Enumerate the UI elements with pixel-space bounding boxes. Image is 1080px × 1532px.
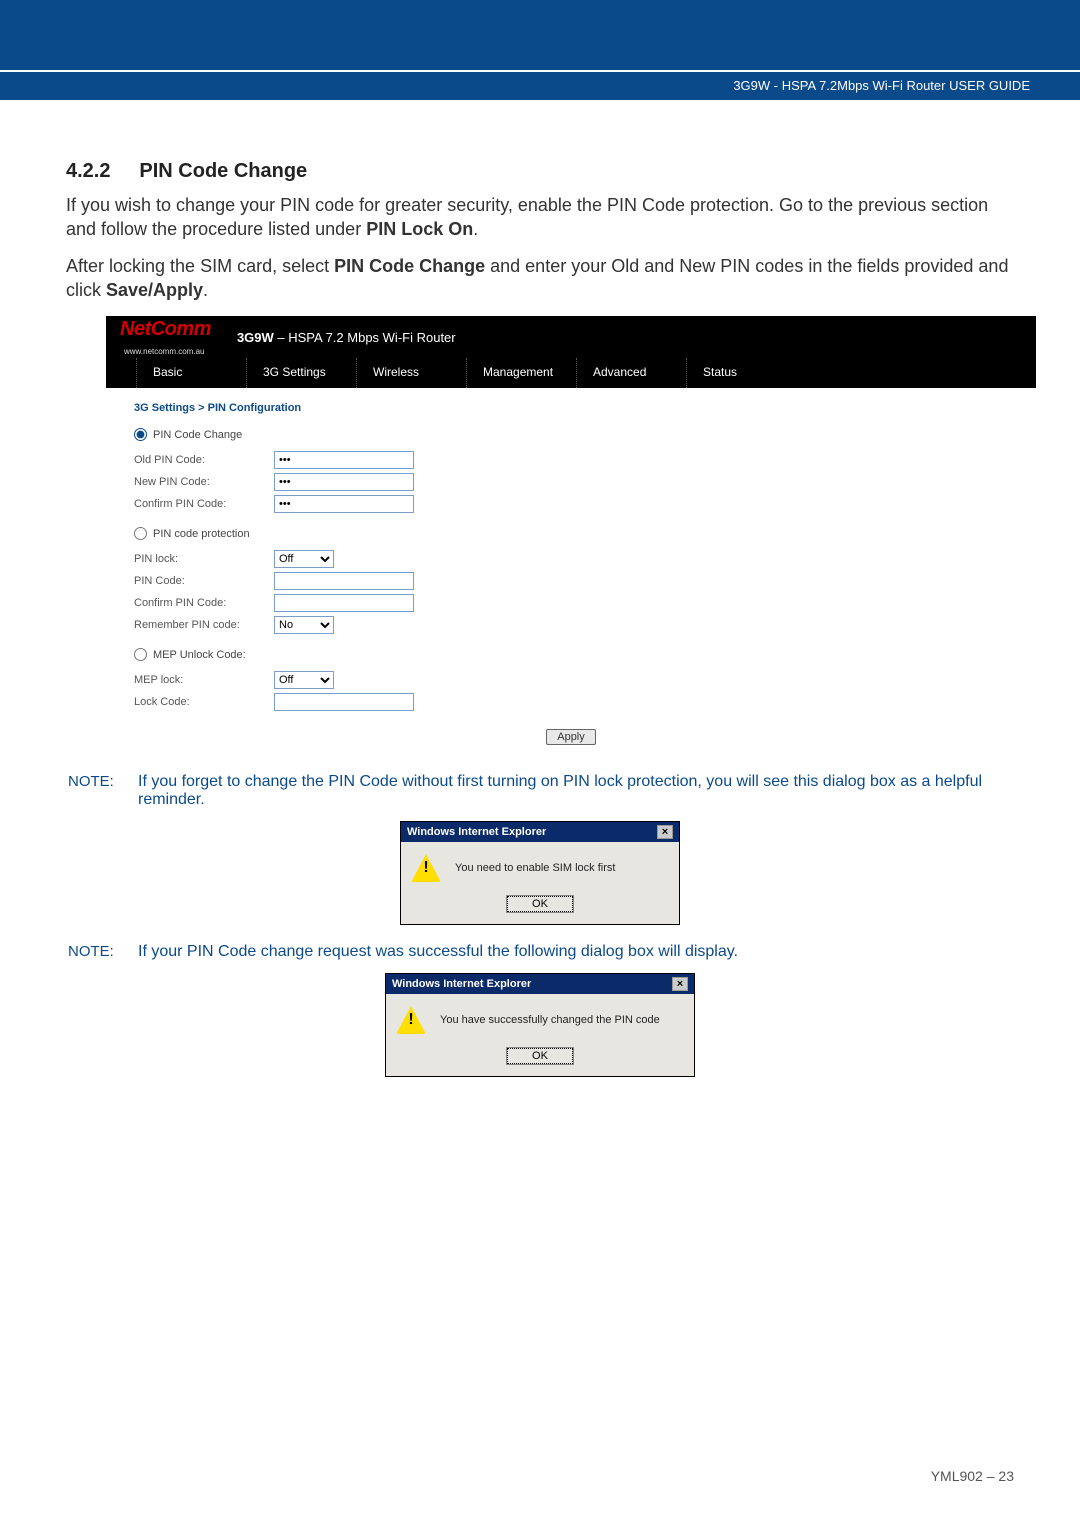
page-footer: YML902 – 23	[931, 1468, 1014, 1484]
dialog1-titlebar: Windows Internet Explorer ×	[401, 822, 679, 842]
p2-d: Save/Apply	[106, 280, 203, 300]
nav-basic[interactable]: Basic	[136, 358, 246, 388]
note-text-1: If you forget to change the PIN Code wit…	[138, 773, 1014, 809]
brand-url: www.netcomm.com.au	[124, 347, 211, 356]
p2-a: After locking the SIM card, select	[66, 256, 334, 276]
brand-logo: NetComm	[120, 318, 211, 340]
breadcrumb: 3G Settings > PIN Configuration	[134, 402, 1008, 414]
input-old-pin[interactable]	[274, 451, 414, 469]
radio-pin-code-protection-label: PIN code protection	[153, 528, 250, 540]
label-confirm-pin: Confirm PIN Code:	[134, 498, 274, 510]
radio-pin-code-change-label: PIN Code Change	[153, 429, 242, 441]
router-navbar: Basic 3G Settings Wireless Management Ad…	[106, 358, 1036, 388]
dialog2-close-icon[interactable]: ×	[672, 977, 688, 991]
nav-3g-settings[interactable]: 3G Settings	[246, 358, 356, 388]
dialog-success: Windows Internet Explorer × ! You have s…	[385, 973, 695, 1077]
warning-icon: !	[396, 1006, 426, 1034]
dialog1-close-icon[interactable]: ×	[657, 825, 673, 839]
select-pin-lock[interactable]: Off	[274, 550, 334, 568]
section-heading: 4.2.2 PIN Code Change	[66, 160, 1014, 183]
dialog2-title: Windows Internet Explorer	[392, 978, 531, 990]
guide-text: 3G9W - HSPA 7.2Mbps Wi-Fi Router USER GU…	[733, 78, 1030, 93]
radio-mep-unlock-input[interactable]	[134, 648, 147, 661]
paragraph-2: After locking the SIM card, select PIN C…	[66, 254, 1014, 303]
select-remember-pin[interactable]: No	[274, 616, 334, 634]
nav-advanced[interactable]: Advanced	[576, 358, 686, 388]
paragraph-1: If you wish to change your PIN code for …	[66, 193, 1014, 242]
radio-mep-unlock[interactable]: MEP Unlock Code:	[134, 648, 1008, 661]
dialog1-title: Windows Internet Explorer	[407, 826, 546, 838]
input-lock-code[interactable]	[274, 693, 414, 711]
apply-button[interactable]: Apply	[546, 729, 596, 745]
input-pin-code[interactable]	[274, 572, 414, 590]
dialog2-ok-button[interactable]: OK	[507, 1048, 573, 1064]
radio-pin-code-change[interactable]: PIN Code Change	[134, 428, 1008, 441]
dialog1-ok-button[interactable]: OK	[507, 896, 573, 912]
dialog-sim-lock: Windows Internet Explorer × ! You need t…	[400, 821, 680, 925]
note-label-1: NOTE:	[66, 773, 138, 809]
label-confirm-pin2: Confirm PIN Code:	[134, 597, 274, 609]
p2-e: .	[203, 280, 208, 300]
section-title: PIN Code Change	[139, 160, 307, 182]
note-label-2: NOTE:	[66, 943, 138, 961]
nav-status[interactable]: Status	[686, 358, 796, 388]
top-blue-bar	[0, 0, 1080, 70]
radio-pin-code-protection-input[interactable]	[134, 527, 147, 540]
label-old-pin: Old PIN Code:	[134, 454, 274, 466]
input-new-pin[interactable]	[274, 473, 414, 491]
label-new-pin: New PIN Code:	[134, 476, 274, 488]
radio-pin-code-protection[interactable]: PIN code protection	[134, 527, 1008, 540]
router-title-bold: 3G9W	[237, 330, 274, 345]
router-screenshot: NetComm www.netcomm.com.au 3G9W – HSPA 7…	[106, 316, 1036, 763]
label-pin-lock: PIN lock:	[134, 553, 274, 565]
warning-icon: !	[411, 854, 441, 882]
dialog1-message: You need to enable SIM lock first	[455, 862, 615, 874]
p1-a: If you wish to change your PIN code for …	[66, 195, 988, 239]
router-title-rest: – HSPA 7.2 Mbps Wi-Fi Router	[274, 330, 456, 345]
router-header: NetComm www.netcomm.com.au 3G9W – HSPA 7…	[106, 316, 1036, 358]
router-body: 3G Settings > PIN Configuration PIN Code…	[106, 388, 1036, 763]
label-pin-code: PIN Code:	[134, 575, 274, 587]
p1-b: PIN Lock On	[366, 219, 473, 239]
label-lock-code: Lock Code:	[134, 696, 274, 708]
radio-pin-code-change-input[interactable]	[134, 428, 147, 441]
dialog2-message: You have successfully changed the PIN co…	[440, 1014, 660, 1026]
input-confirm-pin2[interactable]	[274, 594, 414, 612]
label-mep-lock: MEP lock:	[134, 674, 274, 686]
guide-bar: 3G9W - HSPA 7.2Mbps Wi-Fi Router USER GU…	[0, 72, 1080, 100]
p2-b: PIN Code Change	[334, 256, 485, 276]
input-confirm-pin[interactable]	[274, 495, 414, 513]
p1-c: .	[473, 219, 478, 239]
section-number: 4.2.2	[66, 160, 110, 182]
nav-wireless[interactable]: Wireless	[356, 358, 466, 388]
router-title: 3G9W – HSPA 7.2 Mbps Wi-Fi Router	[237, 330, 456, 345]
nav-management[interactable]: Management	[466, 358, 576, 388]
radio-mep-unlock-label: MEP Unlock Code:	[153, 649, 246, 661]
label-remember-pin: Remember PIN code:	[134, 619, 274, 631]
dialog2-titlebar: Windows Internet Explorer ×	[386, 974, 694, 994]
note-text-2: If your PIN Code change request was succ…	[138, 943, 1014, 961]
select-mep-lock[interactable]: Off	[274, 671, 334, 689]
